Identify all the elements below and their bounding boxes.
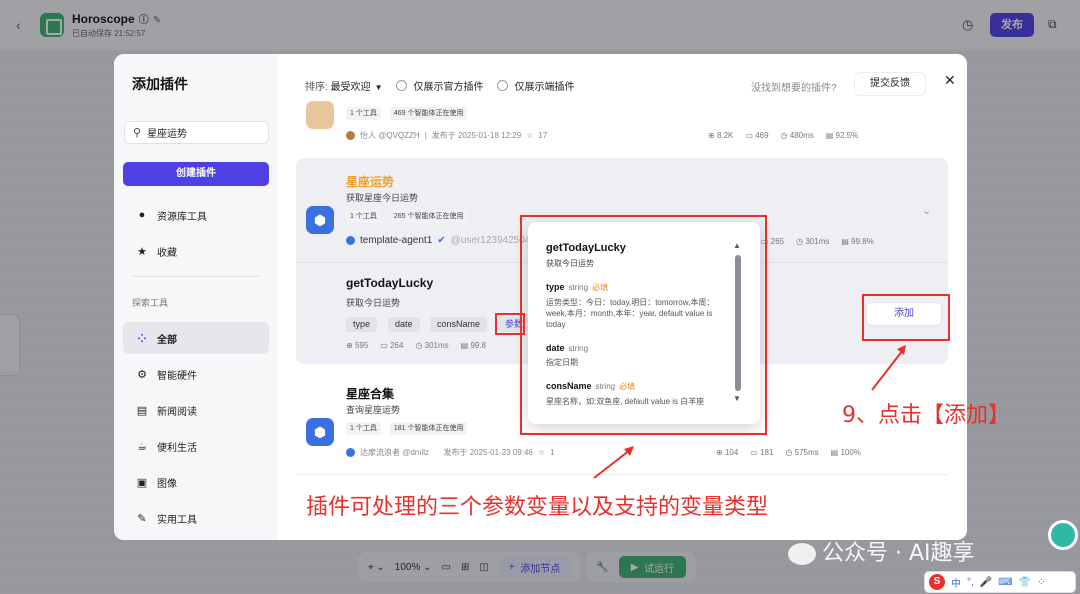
tool-stats: ⊕ 595 ▭ 264 ◷ 301ms ▤ 99.8 — [346, 341, 487, 350]
sidebar-item-all[interactable]: ⁘ 全部 — [123, 322, 269, 354]
plugin-meta: template-agent1 ✔ @user1239425040 — [346, 235, 536, 246]
avatar — [346, 448, 355, 457]
grid-icon: ⁘ — [137, 332, 147, 345]
caption-annotation: 插件可处理的三个参数变量以及支持的变量类型 — [306, 495, 769, 520]
list-divider — [296, 474, 948, 475]
param-tag-type: type — [346, 317, 378, 332]
official-only-label[interactable]: 仅展示官方插件 — [413, 78, 483, 93]
plugin-stats: ⊕ 8.2K ▭ 469 ◷ 480ms ▤ 92.5% — [708, 131, 859, 140]
close-icon[interactable]: ✕ — [944, 72, 956, 89]
client-only-label[interactable]: 仅展示端插件 — [514, 78, 574, 93]
wechat-icon — [788, 543, 816, 565]
plugin-sidebar: 添加插件 ⚲ 创建插件 ●资源库工具 ★收藏 探索工具 ⁘全部 ⚙智能硬件 ▤新… — [114, 54, 278, 540]
add-highlight-box — [862, 294, 950, 341]
tool-description: 获取今日运势 — [346, 298, 401, 308]
search-input[interactable] — [147, 127, 258, 138]
watermark: 公众号 · AI趣享 — [788, 535, 975, 567]
sidebar-item-resource-tools[interactable]: ● 资源库工具 — [123, 199, 269, 231]
star-icon: ☆ — [537, 448, 546, 457]
shirt-icon[interactable]: 👕 — [1019, 577, 1031, 588]
feedback-button[interactable]: 提交反馈 — [855, 73, 925, 95]
caret-down-icon: ▼ — [374, 83, 383, 92]
sort-select[interactable]: 最受欢迎 ▼ — [331, 78, 383, 93]
plugin-tags: 1 个工具 265 个智能体正在使用 — [346, 210, 471, 223]
verified-icon: ✔ — [437, 235, 446, 246]
step-annotation: 9、点击【添加】 — [842, 403, 1010, 428]
sidebar-item-life[interactable]: ☕ 便利生活 — [123, 430, 269, 462]
plugin-name[interactable]: 星座合集 — [346, 385, 394, 402]
plugin-thumbnail — [306, 101, 334, 129]
star-icon: ☆ — [526, 131, 534, 140]
param-tag-date: date — [388, 317, 420, 332]
star-icon: ★ — [137, 245, 147, 258]
chevron-down-icon[interactable]: ⌄ — [922, 204, 931, 217]
grid-icon[interactable]: ⁘ — [1037, 577, 1045, 588]
client-only-radio[interactable] — [497, 80, 509, 91]
plugin-name[interactable]: 星座运势 — [346, 173, 394, 190]
plugin-search[interactable]: ⚲ — [124, 121, 269, 144]
sidebar-item-image[interactable]: ▣ 图像 — [123, 466, 269, 498]
image-icon: ▣ — [136, 476, 148, 489]
sidebar-item-utilities[interactable]: ✎ 实用工具 — [123, 502, 269, 534]
mic-icon[interactable]: 🎤 — [980, 577, 992, 588]
keyboard-icon[interactable]: ⌨ — [998, 577, 1012, 588]
tool-name: getTodayLucky — [346, 276, 434, 290]
search-icon: ⚲ — [133, 127, 142, 139]
plugin-description: 获取星座今日运势 — [346, 193, 419, 203]
ime-toolbar: S 中 °, 🎤 ⌨ 👕 ⁘ — [925, 572, 1075, 592]
ai-logo-icon — [1048, 520, 1078, 550]
official-only-radio[interactable] — [396, 80, 408, 91]
news-icon: ▤ — [136, 404, 148, 417]
wrench-icon: ✎ — [137, 512, 147, 525]
cube-icon: ⬢ — [306, 206, 334, 234]
sidebar-item-news[interactable]: ▤ 新闻阅读 — [123, 394, 269, 426]
param-tag-consname: consName — [430, 317, 488, 332]
plugin-tags: 1 个工具 181 个智能体正在使用 — [346, 422, 471, 435]
cube-icon: ⬢ — [306, 418, 334, 446]
cup-icon: ☕ — [137, 440, 147, 453]
dialog-title: 添加插件 — [132, 76, 188, 92]
plugin-stats: ▭ 265 ◷ 301ms ▤ 99.8% — [761, 237, 874, 246]
user-icon: ● — [138, 209, 146, 221]
avatar — [346, 131, 355, 140]
explore-section-label: 探索工具 — [132, 298, 169, 308]
plugin-meta: 达摩流浪者 @dmllz 发布于 2025-01-23 09:46 ☆ 1 — [346, 447, 554, 458]
popup-highlight-box — [520, 215, 767, 435]
sort-label: 排序: — [305, 82, 328, 93]
plugin-stats: ⊕ 104 ▭ 181 ◷ 575ms ▤ 100% — [716, 448, 861, 457]
plugin-description: 查询星座运势 — [346, 405, 401, 415]
filter-bar: 排序: 最受欢迎 ▼ 仅展示官方插件 仅展示端插件 — [305, 78, 574, 93]
avatar — [346, 236, 355, 245]
plugin-tags: 1 个工具 469 个智能体正在使用 — [346, 107, 471, 120]
create-plugin-button[interactable]: 创建插件 — [123, 162, 269, 186]
sidebar-item-favorites[interactable]: ★ 收藏 — [123, 235, 269, 267]
sidebar-item-smart-hardware[interactable]: ⚙ 智能硬件 — [123, 358, 269, 390]
plugin-meta: 怡人 @QVQZZH | 发布于 2025-01-18 12:29 ☆ 17 — [346, 130, 547, 141]
not-found-hint: 没找到想要的插件? — [751, 83, 837, 94]
chip-icon: ⚙ — [137, 368, 147, 381]
params-highlight-box — [495, 313, 525, 335]
sidebar-divider — [132, 276, 260, 277]
sogou-icon[interactable]: S — [929, 574, 945, 590]
